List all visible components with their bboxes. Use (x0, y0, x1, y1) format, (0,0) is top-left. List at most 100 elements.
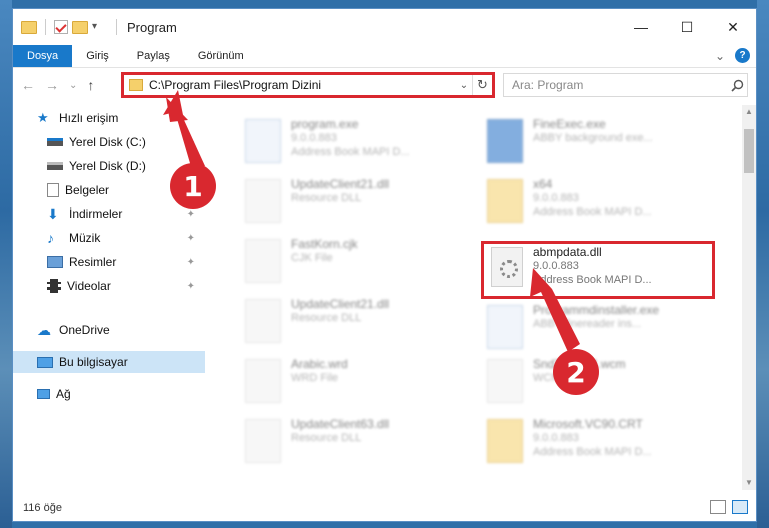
file-description: ABBY finereader ins... (533, 318, 642, 330)
quick-access-toolbar: ▾ (21, 19, 121, 35)
file-item[interactable]: UpdateClient21.dll Resource DLL (239, 175, 479, 231)
new-folder-icon[interactable] (72, 20, 88, 34)
file-description: ABBY background exe... (533, 132, 653, 144)
file-name: Arabic.wrd (291, 357, 348, 371)
sidebar-item-this-pc[interactable]: Bu bilgisayar (13, 351, 205, 373)
pin-icon[interactable]: ✦ (187, 137, 195, 148)
file-item[interactable]: FastKorn.cjk CJK File (239, 235, 479, 291)
minimize-button[interactable]: — (618, 9, 664, 45)
sidebar-item-network[interactable]: Ağ (13, 383, 205, 405)
sidebar-item-label: Videolar (67, 279, 111, 293)
scroll-down-icon[interactable]: ▼ (742, 476, 756, 490)
refresh-button[interactable]: ↻ (472, 75, 492, 95)
sidebar-item-onedrive[interactable]: ☁ OneDrive (13, 319, 205, 341)
file-item[interactable]: Microsoft.VC90.CRT 9.0.0.883 Address Boo… (481, 415, 721, 471)
file-type: WRD File (291, 372, 339, 384)
close-button[interactable]: ✕ (710, 9, 756, 45)
file-explorer-window: ▾ Program — ☐ ✕ Dosya Giriş Paylaş Görün… (12, 8, 757, 522)
back-button[interactable]: ← (21, 77, 35, 93)
sidebar-item-videos[interactable]: Videolar ✦ (13, 275, 205, 297)
details-view-icon[interactable] (710, 500, 726, 514)
address-row: ← → ⌄ ↑ C:\Program Files\Program Dizini … (13, 69, 756, 101)
large-icons-view-icon[interactable] (732, 500, 748, 514)
sidebar-item-downloads[interactable]: ⬇ İndirmeler ✦ (13, 203, 205, 225)
sidebar-item-local-disk-c[interactable]: Yerel Disk (C:) ✦ (13, 131, 205, 153)
file-description: Address Book MAPI D... (533, 206, 652, 218)
file-item[interactable]: UpdateClient63.dll Resource DLL (239, 415, 479, 471)
dll-file-icon (245, 419, 281, 463)
sidebar-item-music[interactable]: ♪ Müzik ✦ (13, 227, 205, 249)
pin-icon[interactable]: ✦ (187, 281, 195, 292)
customize-toolbar-icon[interactable]: ▾ (92, 19, 108, 35)
address-bar[interactable]: C:\Program Files\Program Dizini ⌄ ↻ (121, 72, 495, 98)
network-icon (37, 389, 50, 399)
search-input[interactable]: Ara: Program (503, 73, 748, 97)
expand-ribbon-icon[interactable]: ⌄ (715, 49, 725, 63)
file-description: Address Book MAPI D... (291, 146, 410, 158)
forward-button[interactable]: → (45, 77, 59, 93)
sidebar-item-label: Belgeler (65, 183, 110, 197)
recent-locations-button[interactable]: ⌄ (69, 80, 77, 91)
file-type: Resource DLL (291, 432, 362, 444)
scroll-up-icon[interactable]: ▲ (742, 105, 756, 119)
folder-icon (487, 419, 523, 463)
sidebar-item-label: Müzik (69, 231, 101, 245)
file-name: x64 (533, 177, 553, 191)
dll-file-icon (245, 179, 281, 223)
address-dropdown-button[interactable]: ⌄ (456, 80, 472, 91)
drive-icon (47, 162, 63, 170)
file-version: 9.0.0.883 (533, 192, 579, 204)
file-item[interactable]: UpdateClient21.dll Resource DLL (239, 295, 479, 351)
pin-icon[interactable]: ✦ (187, 257, 195, 268)
vertical-scrollbar[interactable]: ▲ ▼ (742, 105, 756, 490)
file-name: UpdateClient21.dll (291, 177, 390, 191)
tab-view[interactable]: Görünüm (184, 45, 258, 67)
step-1-badge: 1 (170, 163, 216, 209)
tab-file[interactable]: Dosya (13, 45, 73, 67)
sidebar-item-pictures[interactable]: Resimler ✦ (13, 251, 205, 273)
scroll-thumb[interactable] (744, 129, 754, 173)
sidebar-item-label: Bu bilgisayar (59, 355, 128, 369)
file-name: Microsoft.VC90.CRT (533, 417, 643, 431)
tab-share[interactable]: Paylaş (123, 45, 184, 67)
installer-icon (487, 305, 523, 349)
file-name: UpdateClient21.dll (291, 297, 390, 311)
download-icon: ⬇ (47, 206, 59, 222)
sidebar-item-label: İndirmeler (69, 207, 123, 221)
tab-home[interactable]: Giriş (72, 45, 123, 67)
file-version: 9.0.0.883 (533, 432, 579, 444)
pin-icon[interactable]: ✦ (187, 233, 195, 244)
pictures-icon (47, 256, 63, 268)
file-item[interactable]: x64 9.0.0.883 Address Book MAPI D... (481, 175, 721, 231)
file-name: program.exe (291, 117, 359, 131)
search-icon[interactable] (727, 79, 747, 92)
music-icon: ♪ (47, 230, 54, 246)
computer-icon (37, 356, 53, 368)
sidebar-item-label: Resimler (69, 255, 117, 269)
address-path[interactable]: C:\Program Files\Program Dizini (149, 78, 456, 92)
view-toggle (710, 500, 748, 514)
file-item[interactable]: Arabic.wrd WRD File (239, 355, 479, 411)
sidebar-item-quick-access[interactable]: ★ Hızlı erişim (13, 107, 205, 129)
file-item[interactable]: Programmdinstaller.exe ABBY finereader i… (481, 301, 721, 357)
properties-icon[interactable] (54, 20, 68, 34)
up-button[interactable]: ↑ (87, 77, 94, 93)
sidebar-item-label: OneDrive (59, 323, 110, 337)
file-name: UpdateClient63.dll (291, 417, 390, 431)
file-item[interactable]: FineExec.exe ABBY background exe... (481, 115, 721, 171)
document-icon (245, 239, 281, 283)
sidebar-item-label: Ağ (56, 387, 71, 401)
file-type: CJK File (291, 252, 333, 264)
highlight-frame (481, 241, 715, 299)
file-item[interactable]: SndTO2604.wcm WCM File (481, 355, 721, 411)
item-count: 116 öğe (23, 502, 62, 514)
step-2-badge: 2 (553, 349, 599, 395)
drive-icon (47, 138, 63, 146)
file-item[interactable]: program.exe 9.0.0.883 Address Book MAPI … (239, 115, 479, 171)
video-icon (47, 279, 61, 293)
window-controls: — ☐ ✕ (618, 9, 756, 45)
help-icon[interactable]: ? (735, 48, 750, 63)
divider (116, 19, 117, 35)
pin-icon[interactable]: ✦ (187, 209, 195, 220)
maximize-button[interactable]: ☐ (664, 9, 710, 45)
